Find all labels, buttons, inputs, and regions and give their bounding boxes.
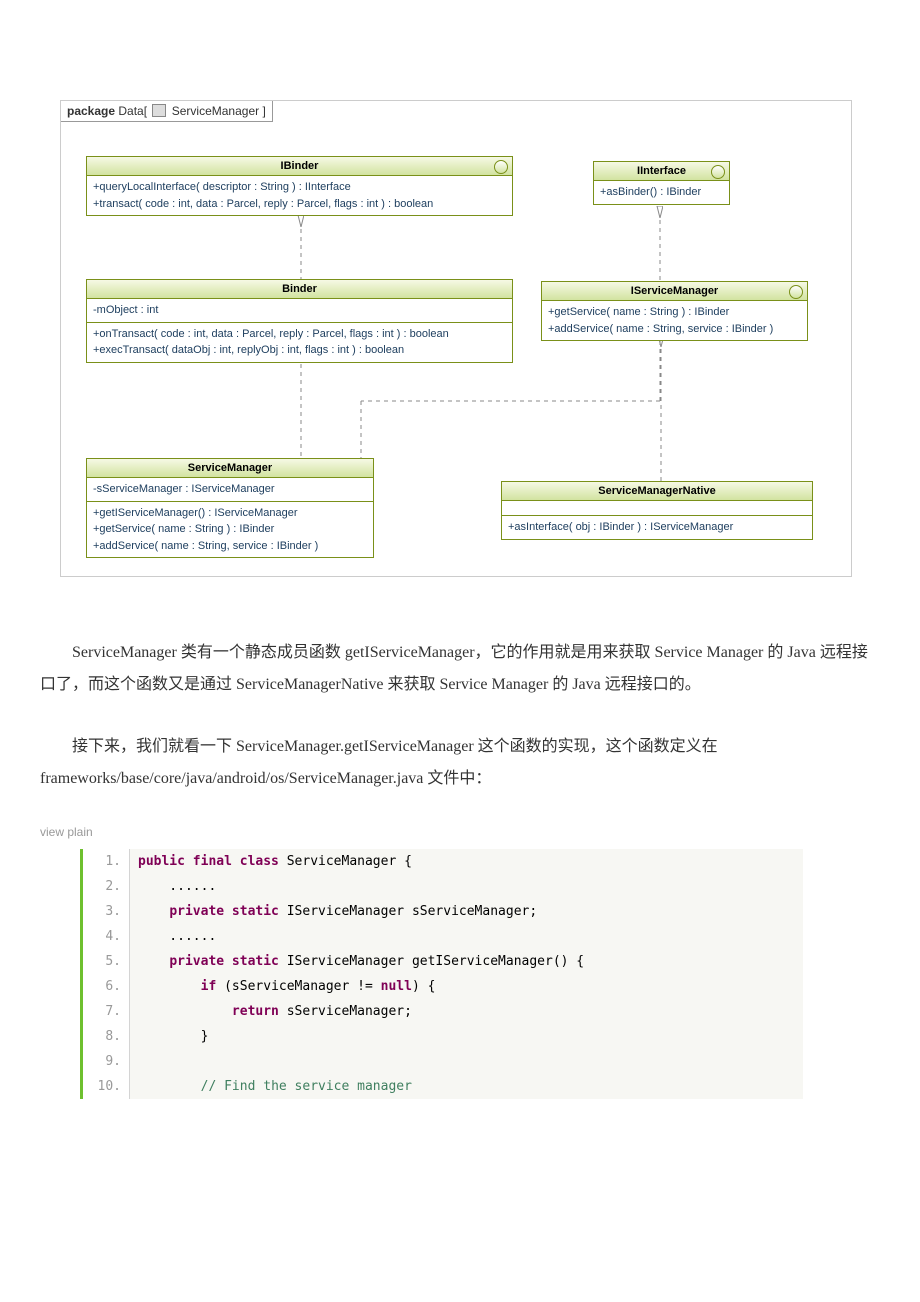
class-name: Binder [87, 280, 512, 299]
package-inner: ServiceManager [172, 104, 259, 118]
package-tab: package Data[ ServiceManager ] [61, 101, 273, 122]
class-name: IServiceManager [631, 285, 718, 297]
class-methods: +getService( name : String ) : IBinder +… [542, 301, 807, 340]
package-data: Data [118, 104, 143, 118]
line-number: 9. [83, 1049, 130, 1074]
class-servicemanagernative: ServiceManagerNative +asInterface( obj :… [501, 481, 813, 540]
code-content: return sServiceManager; [130, 999, 803, 1024]
class-attrs: -sServiceManager : IServiceManager [87, 478, 373, 502]
code-content [130, 1049, 803, 1074]
interface-icon [789, 285, 803, 299]
code-line: 5. private static IServiceManager getISe… [83, 949, 803, 974]
code-content: ...... [130, 874, 803, 899]
class-name: ServiceManager [87, 459, 373, 478]
class-iinterface: IInterface +asBinder() : IBinder [593, 161, 730, 205]
line-number: 10. [83, 1074, 130, 1099]
class-attrs: -mObject : int [87, 299, 512, 323]
code-line: 1.public final class ServiceManager { [83, 849, 803, 874]
class-name: IBinder [281, 160, 319, 172]
code-content: // Find the service manager [130, 1074, 803, 1099]
code-line: 6. if (sServiceManager != null) { [83, 974, 803, 999]
class-iservicemanager: IServiceManager +getService( name : Stri… [541, 281, 808, 341]
code-content: private static IServiceManager getIServi… [130, 949, 803, 974]
class-ibinder: IBinder +queryLocalInterface( descriptor… [86, 156, 513, 216]
line-number: 4. [83, 924, 130, 949]
code-line: 9. [83, 1049, 803, 1074]
paragraph-2: 接下来，我们就看一下 ServiceManager.getIServiceMan… [40, 731, 880, 795]
code-content: } [130, 1024, 803, 1049]
class-methods: +asInterface( obj : IBinder ) : IService… [502, 516, 812, 539]
code-line: 10. // Find the service manager [83, 1074, 803, 1099]
class-methods: +onTransact( code : int, data : Parcel, … [87, 323, 512, 362]
paragraph-1: ServiceManager 类有一个静态成员函数 getIServiceMan… [40, 637, 880, 701]
code-line: 4. ...... [83, 924, 803, 949]
line-number: 5. [83, 949, 130, 974]
class-methods: +queryLocalInterface( descriptor : Strin… [87, 176, 512, 215]
class-attrs [502, 501, 812, 516]
code-line: 8. } [83, 1024, 803, 1049]
uml-diagram: package Data[ ServiceManager ] IBinder +… [60, 100, 852, 577]
line-number: 2. [83, 874, 130, 899]
code-content: ...... [130, 924, 803, 949]
class-name: ServiceManagerNative [502, 482, 812, 501]
class-binder: Binder -mObject : int +onTransact( code … [86, 279, 513, 363]
code-line: 2. ...... [83, 874, 803, 899]
view-plain-link[interactable]: view plain [40, 825, 880, 839]
line-number: 8. [83, 1024, 130, 1049]
code-content: private static IServiceManager sServiceM… [130, 899, 803, 924]
line-number: 7. [83, 999, 130, 1024]
line-number: 3. [83, 899, 130, 924]
class-methods: +asBinder() : IBinder [594, 181, 729, 204]
interface-icon [711, 165, 725, 179]
code-line: 3. private static IServiceManager sServi… [83, 899, 803, 924]
class-servicemanager: ServiceManager -sServiceManager : IServi… [86, 458, 374, 558]
code-content: if (sServiceManager != null) { [130, 974, 803, 999]
line-number: 6. [83, 974, 130, 999]
code-line: 7. return sServiceManager; [83, 999, 803, 1024]
class-methods: +getIServiceManager() : IServiceManager … [87, 502, 373, 558]
interface-icon [494, 160, 508, 174]
package-icon [152, 104, 166, 117]
package-keyword: package [67, 104, 115, 118]
line-number: 1. [83, 849, 130, 874]
code-block: 1.public final class ServiceManager { 2.… [80, 849, 803, 1099]
code-content: public final class ServiceManager { [130, 849, 803, 874]
class-name: IInterface [637, 165, 686, 177]
